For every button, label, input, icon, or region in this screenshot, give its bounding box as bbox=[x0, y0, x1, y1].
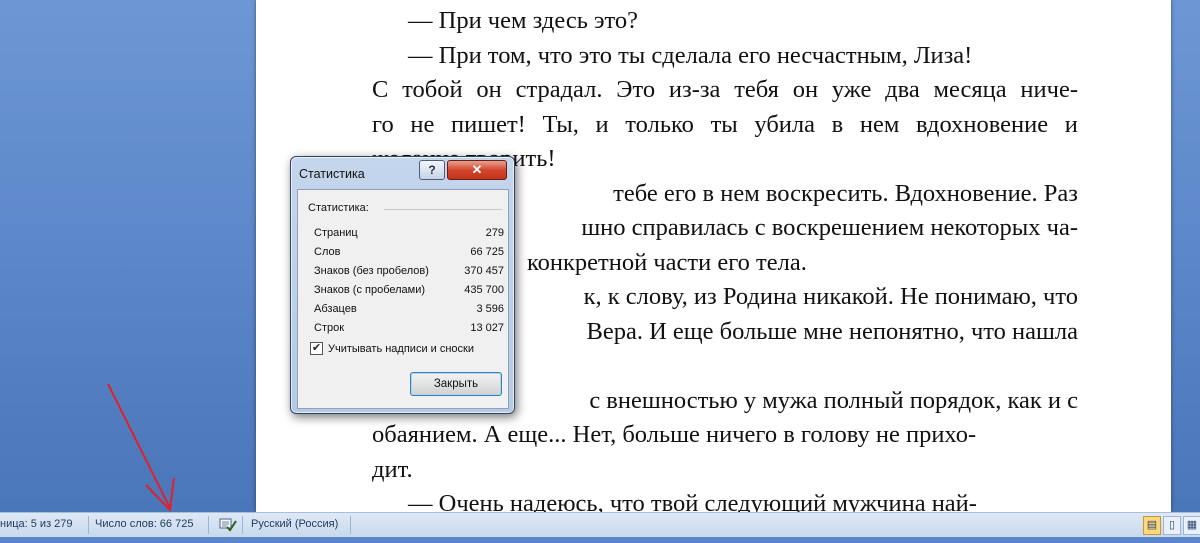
stat-value: 370 457 bbox=[464, 265, 504, 277]
text-line: дит. bbox=[372, 455, 413, 483]
word: страдал. bbox=[515, 76, 603, 103]
text-line: — При чем здесь это? bbox=[408, 7, 639, 34]
status-divider bbox=[350, 516, 351, 534]
word: пишет! bbox=[451, 110, 526, 138]
checkmark-icon[interactable]: ✔ bbox=[310, 342, 323, 355]
status-divider bbox=[242, 516, 243, 534]
stat-row-chars-no-spaces: Знаков (без пробелов) 370 457 bbox=[314, 262, 504, 281]
stat-row-chars-with-spaces: Знаков (с пробелами) 435 700 bbox=[314, 281, 504, 300]
status-divider bbox=[208, 516, 209, 534]
statistics-table: Страниц 279 Слов 66 725 Знаков (без проб… bbox=[314, 224, 504, 338]
word: го bbox=[372, 110, 394, 138]
word-count-indicator[interactable]: Число слов: 66 725 bbox=[95, 513, 193, 537]
word: в bbox=[831, 110, 844, 138]
print-layout-icon[interactable]: ▤ bbox=[1143, 516, 1161, 535]
stat-value: 435 700 bbox=[464, 284, 504, 296]
word: из-за bbox=[668, 76, 721, 103]
word: тобой bbox=[402, 76, 463, 103]
word: только bbox=[625, 110, 694, 138]
group-divider bbox=[384, 209, 502, 210]
language-indicator[interactable]: Русский (Россия) bbox=[251, 513, 338, 537]
text-line-justified: С тобой он страдал. Это из-за тебя он уж… bbox=[372, 73, 1078, 108]
include-textboxes-checkbox[interactable]: ✔ Учитывать надписи и сноски bbox=[310, 342, 474, 355]
word: и bbox=[595, 110, 609, 138]
text-line-justified: го не пишет! Ты, и только ты убила в нем… bbox=[372, 108, 1078, 143]
stat-label: Знаков (с пробелами) bbox=[314, 284, 426, 296]
stat-value: 66 725 bbox=[470, 246, 504, 258]
word: не bbox=[410, 110, 435, 138]
stat-value: 279 bbox=[485, 227, 504, 239]
word: уже bbox=[831, 76, 872, 103]
word: вдохновение bbox=[916, 110, 1049, 138]
word: он bbox=[476, 76, 502, 103]
help-button[interactable]: ? bbox=[419, 160, 445, 180]
stat-row-lines: Строк 13 027 bbox=[314, 319, 504, 338]
full-screen-reading-icon[interactable]: ▯ bbox=[1163, 516, 1181, 535]
word: ниче- bbox=[1020, 76, 1078, 103]
checkbox-label: Учитывать надписи и сноски bbox=[328, 342, 474, 355]
close-icon[interactable]: ✕ bbox=[447, 160, 507, 180]
text-line: — При том, что это ты сделала его несчас… bbox=[408, 41, 973, 69]
spellcheck-icon-glyph bbox=[219, 518, 237, 532]
word: Это bbox=[616, 76, 656, 103]
dialog-body: Статистика: Страниц 279 Слов 66 725 Знак… bbox=[297, 189, 509, 409]
stat-label: Слов bbox=[314, 246, 341, 258]
word: тебя bbox=[734, 76, 779, 103]
stat-row-words: Слов 66 725 bbox=[314, 243, 504, 262]
web-layout-icon[interactable]: ▦ bbox=[1183, 516, 1200, 535]
text-line: обаянием. А еще... Нет, больше ничего в … bbox=[372, 421, 977, 448]
stat-label: Абзацев bbox=[314, 303, 357, 315]
word: месяца bbox=[933, 76, 1007, 103]
stat-row-paragraphs: Абзацев 3 596 bbox=[314, 300, 504, 319]
word: и bbox=[1064, 110, 1078, 138]
dialog-title: Статистика bbox=[299, 167, 365, 181]
word: убила bbox=[754, 110, 815, 138]
word: С bbox=[372, 76, 389, 103]
stat-label: Страниц bbox=[314, 227, 358, 239]
word: ты bbox=[710, 110, 738, 138]
stat-row-pages: Страниц 279 bbox=[314, 224, 504, 243]
stat-value: 13 027 bbox=[470, 322, 504, 334]
group-label: Статистика: bbox=[308, 202, 369, 214]
spellcheck-icon[interactable] bbox=[216, 513, 238, 537]
status-divider bbox=[88, 516, 89, 534]
word: Ты, bbox=[542, 110, 579, 138]
page-indicator[interactable]: ница: 5 из 279 bbox=[0, 513, 73, 537]
stat-label: Знаков (без пробелов) bbox=[314, 265, 429, 277]
word: два bbox=[885, 76, 920, 103]
stat-label: Строк bbox=[314, 322, 345, 334]
word-count-dialog: Статистика ? ✕ Статистика: Страниц 279 С… bbox=[290, 156, 515, 414]
word: нем bbox=[859, 110, 900, 138]
status-bar: ница: 5 из 279 Число слов: 66 725 Русски… bbox=[0, 512, 1200, 537]
close-button[interactable]: Закрыть bbox=[410, 372, 502, 396]
word: он bbox=[792, 76, 819, 103]
stat-value: 3 596 bbox=[476, 303, 504, 315]
